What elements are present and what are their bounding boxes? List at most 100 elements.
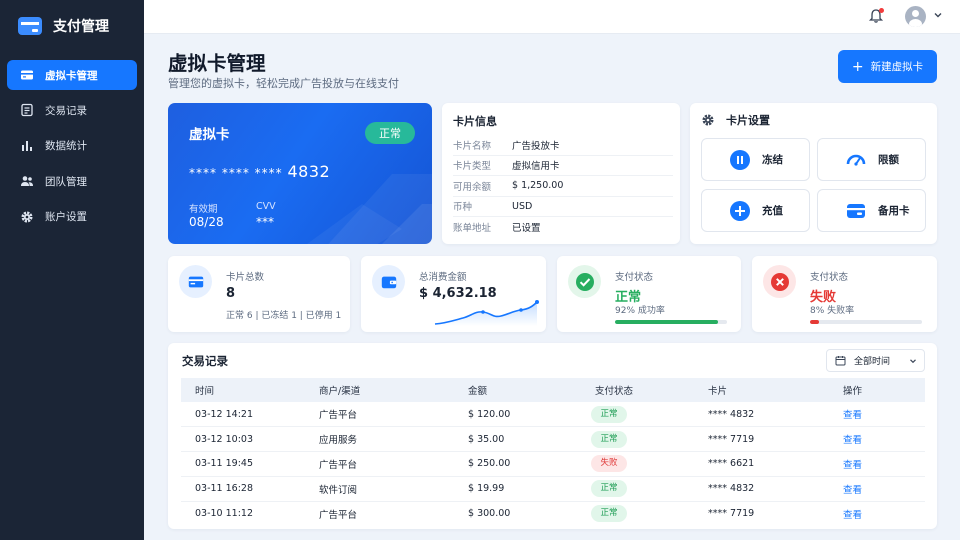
plus-circle-icon: [730, 200, 750, 221]
card-settings-panel: 卡片设置 冻结 限额 充值 备用卡: [690, 103, 937, 244]
gear-icon: [20, 210, 34, 224]
time-filter-select[interactable]: 全部时间: [826, 349, 925, 372]
sidebar: 支付管理 虚拟卡管理 交易记录 数据统计 团队管理 账户设置: [0, 0, 144, 540]
cell-card: **** 7719: [708, 508, 755, 520]
info-row: 可用余额 $ 1,250.00: [453, 176, 673, 197]
cell-amount: $ 300.00: [468, 508, 511, 520]
cell-status: 正常: [581, 476, 694, 502]
cell-merchant: 广告平台: [305, 451, 454, 477]
top-up-label: 充值: [762, 205, 783, 217]
limit-button[interactable]: 限额: [817, 138, 926, 181]
notification-bell-icon[interactable]: [868, 8, 884, 24]
stat-payment-failure: 支付状态 失败 8% 失败率: [752, 256, 937, 332]
sidebar-item-transactions[interactable]: 交易记录: [7, 95, 137, 125]
top-up-button[interactable]: 充值: [701, 189, 810, 232]
cell-status: 正常: [581, 426, 694, 453]
notification-dot: [879, 8, 884, 13]
sidebar-item-virtual-cards[interactable]: 虚拟卡管理: [7, 60, 137, 90]
card-info-list: 卡片名称 广告投放卡 卡片类型 虚拟信用卡 可用余额 $ 1,250.00 币种 USD…: [453, 135, 673, 238]
stat-label: 支付状态: [615, 272, 654, 283]
info-row: 卡片名称 广告投放卡: [453, 135, 673, 156]
view-link[interactable]: 查看: [843, 485, 862, 496]
card-icon: [179, 265, 212, 298]
info-row: 币种 USD: [453, 197, 673, 217]
view-link[interactable]: 查看: [843, 410, 862, 421]
cell-merchant: 软件订阅: [305, 476, 454, 502]
app-name: 支付管理: [53, 19, 109, 35]
cell-status: 失败: [581, 451, 694, 477]
failure-progress-fill: [810, 320, 819, 324]
stat-label: 总消费金额: [419, 272, 467, 283]
cell-card: **** 4832: [694, 476, 829, 502]
sidebar-item-label: 团队管理: [45, 175, 87, 188]
virtual-card[interactable]: 虚拟卡 正常 **** **** **** 4832 有效期 08/28 CVV…: [168, 103, 432, 244]
view-link[interactable]: 查看: [843, 435, 862, 446]
success-progress-fill: [615, 320, 719, 324]
table-header-row: 时间 商户/渠道 金额 支付状态 卡片 操作: [181, 378, 925, 402]
check-circle-icon: [568, 265, 601, 298]
column-header: 商户/渠道: [305, 378, 454, 402]
info-row: 账单地址 已设置: [453, 217, 673, 238]
info-value: 已设置: [512, 223, 541, 235]
new-virtual-card-button[interactable]: + 新建虚拟卡: [838, 50, 937, 83]
plus-icon: +: [851, 58, 864, 75]
table-row: 03-11 16:28 软件订阅 $ 19.99 正常 **** 4832 查看: [181, 476, 925, 502]
info-value: $ 1,250.00: [512, 180, 564, 192]
calendar-icon: [835, 356, 846, 366]
info-key: 账单地址: [453, 223, 492, 235]
table-row: 03-12 14:21 广告平台 $ 120.00 正常 **** 4832 查…: [181, 402, 925, 428]
info-key: 可用余额: [453, 181, 492, 193]
cell-amount: $ 120.00: [454, 402, 581, 428]
card-status-badge: 正常: [365, 122, 415, 144]
info-value: USD: [512, 200, 533, 212]
card-number-last4: 4832: [287, 162, 331, 181]
failure-progress-track: [810, 320, 922, 324]
card-title: 虚拟卡: [189, 127, 230, 143]
cell-status: 正常: [581, 501, 694, 526]
card-info-panel: 卡片信息 卡片名称 广告投放卡 卡片类型 虚拟信用卡 可用余额 $ 1,250.00 …: [442, 103, 680, 244]
chevron-down-icon: [910, 359, 916, 364]
sidebar-nav: 虚拟卡管理 交易记录 数据统计 团队管理 账户设置: [7, 60, 137, 237]
cell-time: 03-12 14:21: [181, 402, 305, 428]
column-header: 金额: [454, 378, 581, 402]
pause-icon: [730, 149, 750, 170]
cell-action: 查看: [829, 451, 925, 477]
wallet-icon: [372, 265, 405, 298]
avatar[interactable]: [905, 6, 926, 27]
status-badge: 正常: [591, 480, 627, 498]
view-link[interactable]: 查看: [843, 510, 862, 521]
spend-sparkline: [434, 300, 539, 326]
sidebar-item-account-settings[interactable]: 账户设置: [7, 202, 137, 232]
sidebar-item-team[interactable]: 团队管理: [7, 166, 137, 196]
freeze-button[interactable]: 冻结: [701, 138, 810, 181]
info-key: 币种: [453, 202, 473, 214]
gear-icon: [702, 114, 714, 126]
cell-merchant: 广告平台: [319, 509, 358, 521]
limit-label: 限额: [878, 154, 899, 166]
new-virtual-card-label: 新建虚拟卡: [870, 61, 924, 73]
status-badge: 正常: [591, 430, 627, 448]
info-row: 卡片类型 虚拟信用卡: [453, 156, 673, 176]
view-link[interactable]: 查看: [843, 460, 862, 471]
card-decoration: [307, 174, 432, 244]
sidebar-item-label: 数据统计: [45, 140, 87, 153]
list-icon: [20, 103, 34, 117]
success-rate: 92% 成功率: [615, 306, 665, 316]
card-icon: [20, 68, 34, 82]
stat-breakdown: 正常 6 | 已冻结 1 | 已停用 1: [226, 311, 342, 321]
failure-rate: 8% 失败率: [810, 306, 855, 316]
page-subtitle: 管理您的虚拟卡，轻松完成广告投放与在线支付: [168, 77, 399, 90]
sidebar-item-statistics[interactable]: 数据统计: [7, 131, 137, 161]
stat-payment-success: 支付状态 正常 92% 成功率: [557, 256, 741, 332]
cell-action: 查看: [829, 426, 925, 453]
cvv-value: ***: [256, 215, 274, 229]
chevron-down-icon[interactable]: [933, 10, 943, 20]
info-value: 虚拟信用卡: [512, 161, 560, 173]
card-settings-header: 卡片设置: [701, 112, 770, 128]
cell-time: 03-11 16:28: [181, 476, 305, 502]
card-number-masked: **** **** ****: [189, 166, 283, 180]
stat-label: 卡片总数: [226, 272, 265, 283]
transactions-panel: 交易记录 全部时间 时间 商户/渠道 金额 支付状态 卡片 操作 03-12 1…: [168, 343, 937, 529]
cell-card: **** 6621: [694, 451, 829, 477]
backup-card-button[interactable]: 备用卡: [817, 189, 926, 232]
